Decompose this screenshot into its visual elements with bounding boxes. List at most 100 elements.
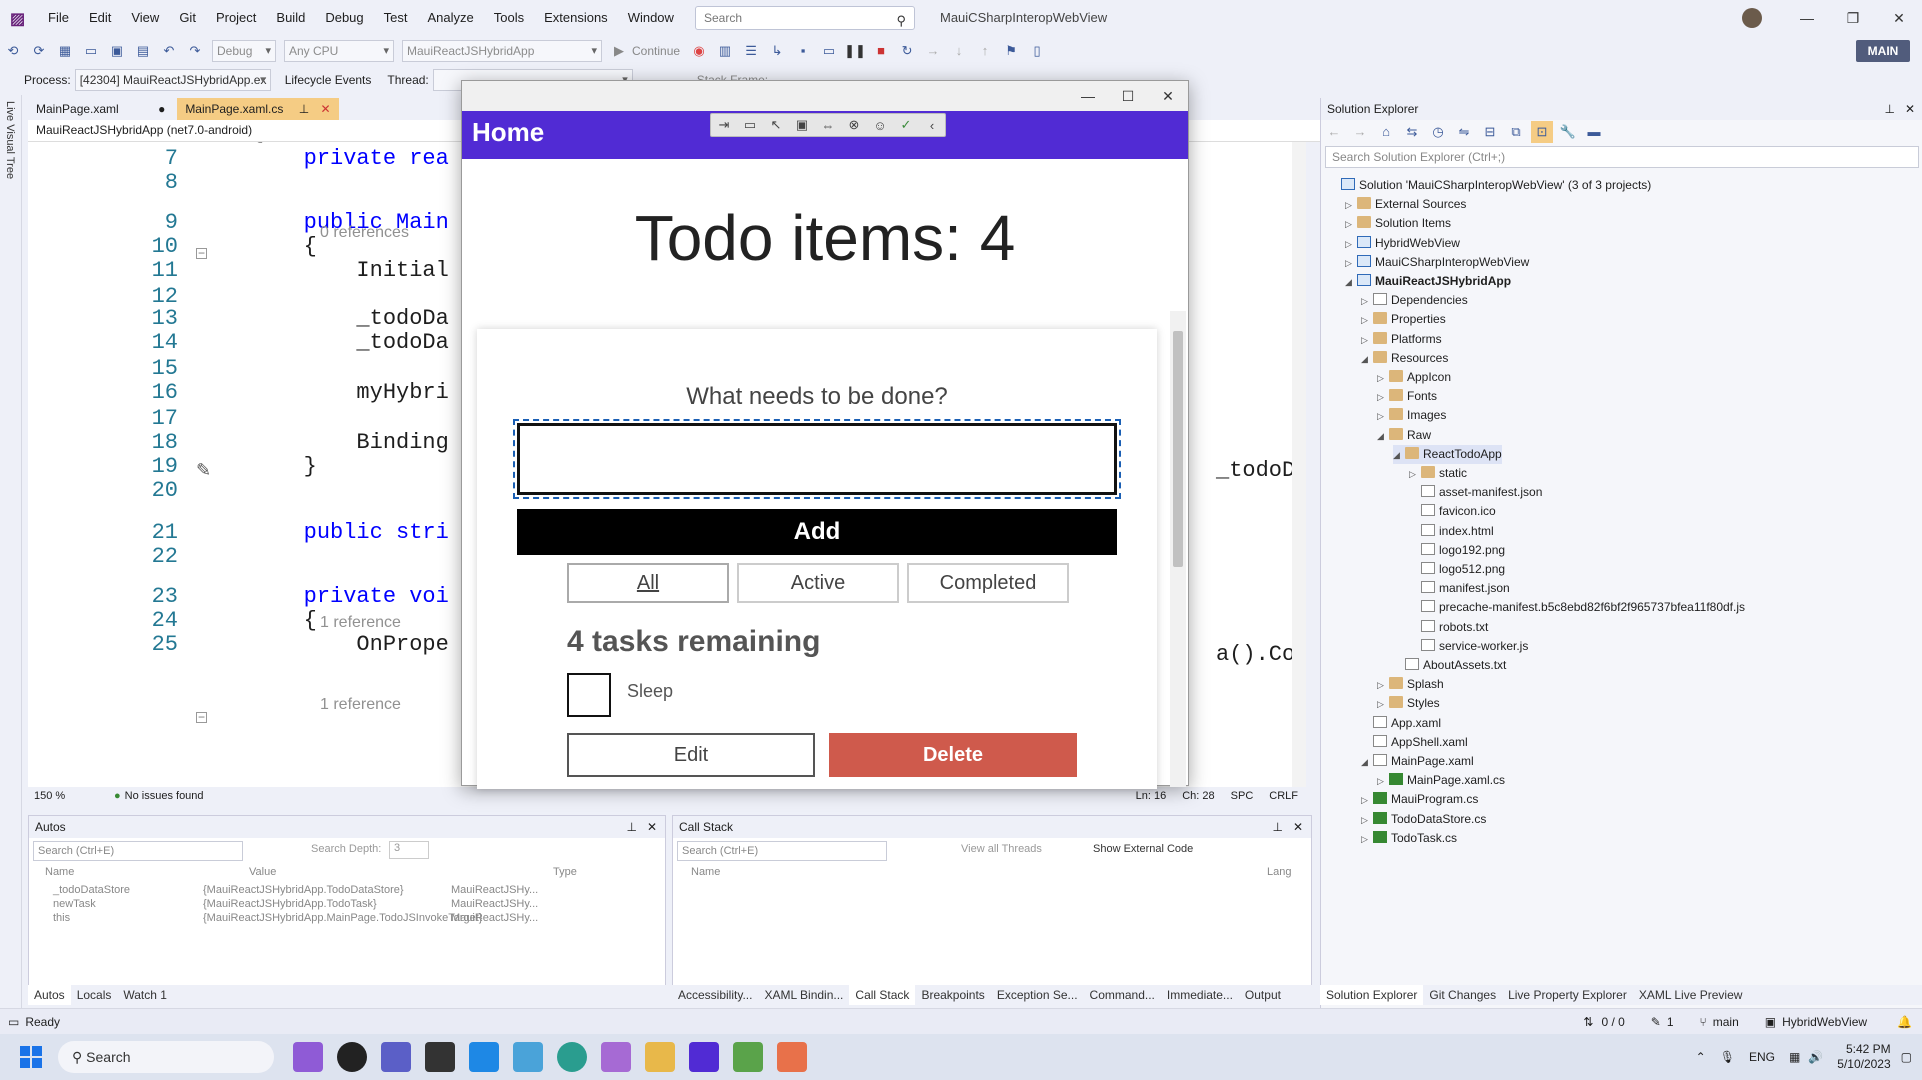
- expand-icon[interactable]: ▷: [1361, 292, 1373, 311]
- tree-item[interactable]: ▷ TodoDataStore.cs: [1361, 810, 1486, 829]
- tree-item[interactable]: ▷ Solution Items: [1345, 214, 1451, 233]
- solution-search-input[interactable]: Search Solution Explorer (Ctrl+;): [1325, 146, 1919, 168]
- expand-icon[interactable]: ▷: [1377, 369, 1389, 388]
- tree-item[interactable]: ▷ External Sources: [1345, 195, 1466, 214]
- tree-item[interactable]: ◢ MainPage.xaml: [1361, 752, 1474, 771]
- step-in-icon[interactable]: ↓: [948, 40, 970, 62]
- home-icon[interactable]: ⌂: [1375, 121, 1397, 143]
- tree-item[interactable]: asset-manifest.json: [1409, 483, 1542, 502]
- minimize-icon[interactable]: —: [1784, 0, 1830, 36]
- filter-active-button[interactable]: Active: [737, 563, 899, 603]
- app-icon[interactable]: [733, 1042, 763, 1072]
- close-icon[interactable]: ✕: [1905, 98, 1915, 120]
- accessibility-icon[interactable]: ☺: [867, 118, 893, 133]
- restore-icon[interactable]: ❐: [1830, 0, 1876, 36]
- save-all-icon[interactable]: ▤: [132, 40, 154, 62]
- issues-status[interactable]: No issues found: [125, 787, 204, 805]
- call-stack-search-input[interactable]: Search (Ctrl+E): [677, 841, 887, 861]
- minimize-icon[interactable]: —: [1068, 81, 1108, 111]
- collapse-icon[interactable]: −: [196, 247, 207, 259]
- tab-command[interactable]: Command...: [1084, 985, 1161, 1005]
- properties-icon[interactable]: 🔧: [1557, 121, 1579, 143]
- tree-item[interactable]: ▷ static: [1409, 464, 1467, 483]
- expand-icon[interactable]: ▷: [1377, 388, 1389, 407]
- tree-item[interactable]: ◢ Raw: [1377, 426, 1431, 445]
- autos-cell-name[interactable]: this: [53, 912, 70, 924]
- dotnet-icon[interactable]: [689, 1042, 719, 1072]
- expand-icon[interactable]: ▷: [1345, 215, 1357, 234]
- tab-breakpoints[interactable]: Breakpoints: [915, 985, 990, 1005]
- zoom-level[interactable]: 150 %: [34, 787, 94, 805]
- notification-icon[interactable]: 🔔: [1897, 1009, 1912, 1035]
- add-button[interactable]: Add: [517, 509, 1117, 555]
- show-all-files-icon[interactable]: ⧉: [1505, 121, 1527, 143]
- pending-changes-icon[interactable]: ◷: [1427, 121, 1449, 143]
- tab-watch[interactable]: Watch 1: [117, 985, 173, 1005]
- display-adorners-icon[interactable]: ▣: [789, 117, 815, 133]
- editor-scrollbar[interactable]: [1292, 142, 1306, 787]
- clock[interactable]: 5:42 PM 5/10/2023: [1837, 1042, 1890, 1072]
- tab-mainpage-xaml[interactable]: MainPage.xaml ●: [28, 98, 173, 120]
- pointer-icon[interactable]: ↖: [763, 117, 789, 133]
- expand-icon[interactable]: ▷: [1377, 676, 1389, 695]
- branch-badge[interactable]: MAIN: [1856, 40, 1910, 62]
- redo-icon[interactable]: ↷: [184, 40, 206, 62]
- vscode-icon[interactable]: [469, 1042, 499, 1072]
- autos-cell-name[interactable]: _todoDataStore: [53, 884, 130, 896]
- view-all-threads-button[interactable]: View all Threads: [961, 843, 1042, 855]
- binding-failures-icon[interactable]: ⊗: [841, 117, 867, 133]
- step-out-icon[interactable]: ↑: [974, 40, 996, 62]
- tab-solution-explorer[interactable]: Solution Explorer: [1320, 985, 1424, 1005]
- process-combo[interactable]: [42304] MauiReactJSHybridApp.ex: [74, 69, 271, 91]
- expanded-icon[interactable]: ◢: [1393, 446, 1405, 465]
- tree-item[interactable]: robots.txt: [1409, 618, 1488, 637]
- restart-icon[interactable]: ↻: [896, 40, 918, 62]
- tree-item[interactable]: ▷ Platforms: [1361, 330, 1442, 349]
- expanded-icon[interactable]: ◢: [1377, 427, 1389, 446]
- minus-icon[interactable]: ▬: [1583, 121, 1605, 143]
- expand-icon[interactable]: ▷: [1345, 254, 1357, 273]
- menu-git[interactable]: Git: [169, 0, 206, 36]
- project-nav-combo[interactable]: MauiReactJSHybridApp (net7.0-android): [36, 123, 252, 137]
- menu-test[interactable]: Test: [374, 0, 418, 36]
- codelens-references[interactable]: 0 references: [320, 224, 409, 242]
- autos-cell-name[interactable]: newTask: [53, 898, 96, 910]
- platform-combo[interactable]: Any CPU: [284, 40, 394, 62]
- whitespace-mode[interactable]: SPC: [1231, 787, 1254, 805]
- delete-button[interactable]: Delete: [829, 733, 1077, 777]
- tab-live-property-explorer[interactable]: Live Property Explorer: [1502, 985, 1633, 1005]
- comment-icon[interactable]: ▯: [1026, 40, 1048, 62]
- screenshot-icon[interactable]: ▪: [792, 40, 814, 62]
- menu-build[interactable]: Build: [266, 0, 315, 36]
- tree-item[interactable]: ▷ Splash: [1377, 675, 1444, 694]
- new-project-icon[interactable]: ▦: [54, 40, 76, 62]
- tree-item[interactable]: manifest.json: [1409, 579, 1510, 598]
- undo-icon[interactable]: ↶: [158, 40, 180, 62]
- tree-item[interactable]: App.xaml: [1361, 714, 1441, 733]
- search-depth-combo[interactable]: 3: [389, 841, 429, 859]
- search-input[interactable]: Search ⚲: [695, 6, 915, 30]
- notification-icon[interactable]: ▢: [1901, 1050, 1912, 1064]
- expand-icon[interactable]: ▷: [1377, 407, 1389, 426]
- tab-autos[interactable]: Autos: [28, 985, 71, 1005]
- expand-icon[interactable]: ▷: [1409, 465, 1421, 484]
- visual-studio-preview-icon[interactable]: [601, 1042, 631, 1072]
- tree-item[interactable]: ▷ MainPage.xaml.cs: [1377, 771, 1505, 790]
- task-label[interactable]: Sleep: [627, 681, 673, 702]
- menu-window[interactable]: Window: [618, 0, 684, 36]
- tree-item[interactable]: service-worker.js: [1409, 637, 1528, 656]
- expand-icon[interactable]: ▷: [1377, 772, 1389, 791]
- tree-item[interactable]: AppShell.xaml: [1361, 733, 1468, 752]
- expanded-icon[interactable]: ◢: [1345, 273, 1357, 292]
- tree-item[interactable]: ▷ Images: [1377, 406, 1446, 425]
- tab-accessibility[interactable]: Accessibility...: [672, 985, 758, 1005]
- new-todo-input[interactable]: [513, 419, 1121, 499]
- tab-xaml-binding[interactable]: XAML Bindin...: [758, 985, 849, 1005]
- expand-icon[interactable]: ▷: [1361, 830, 1373, 849]
- tab-xaml-live-preview[interactable]: XAML Live Preview: [1633, 985, 1749, 1005]
- tree-item[interactable]: ▷ AppIcon: [1377, 368, 1451, 387]
- tree-item[interactable]: ◢ Resources: [1361, 349, 1448, 368]
- sync-icon[interactable]: ⇋: [1453, 121, 1475, 143]
- menu-extensions[interactable]: Extensions: [534, 0, 618, 36]
- continue-button[interactable]: Continue: [632, 44, 680, 58]
